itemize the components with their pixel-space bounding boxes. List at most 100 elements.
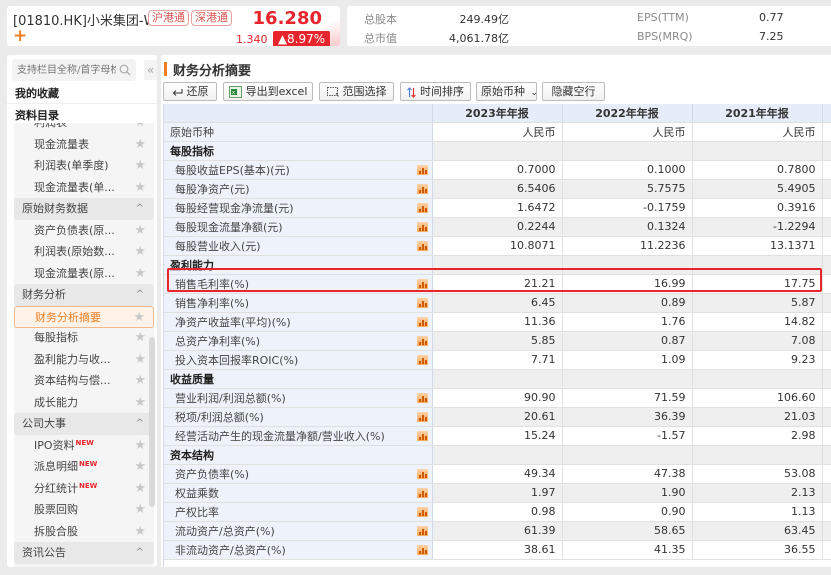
add-watchlist-icon[interactable]: +	[13, 28, 27, 45]
row-label: 营业利润/利润总额(%)	[164, 388, 433, 408]
value-cell-overflow	[822, 540, 831, 560]
table-row: 销售净利率(%) 6.45 0.89 5.87	[164, 293, 831, 313]
row-label: 总资产净利率(%)	[164, 331, 433, 351]
label-text: 财务分析	[22, 288, 66, 301]
chevron-up-icon[interactable]: ^	[136, 413, 144, 435]
column-header-name	[164, 104, 433, 123]
bar-chart-icon[interactable]	[416, 316, 428, 327]
sidebar-item[interactable]: 利润表(单季度) ★	[14, 155, 154, 177]
sidebar-item[interactable]: 现金流量表(原... ★	[14, 263, 154, 285]
value-cell: 5.87	[692, 293, 823, 313]
star-icon[interactable]: ★	[134, 370, 146, 392]
table-row: 每股经营现金净流量(元) 1.6472 -0.1759 0.3916	[164, 198, 831, 218]
column-header-2022[interactable]: 2022年年报	[562, 104, 693, 123]
row-label: 税项/利润总额(%)	[164, 407, 433, 427]
star-icon[interactable]: ★	[134, 521, 146, 543]
row-label-text: 每股净资产(元)	[175, 182, 250, 196]
sidebar-item[interactable]: 派息明细NEW ★	[14, 456, 154, 478]
bar-chart-icon[interactable]	[416, 411, 428, 422]
star-icon[interactable]: ★	[134, 435, 146, 457]
row-label-text: 销售净利率(%)	[175, 296, 250, 310]
bar-chart-icon[interactable]	[416, 430, 428, 441]
sidebar-item[interactable]: 现金流量表 ★	[14, 134, 154, 156]
sidebar-item[interactable]: 资本结构与偿... ★	[14, 370, 154, 392]
sidebar-item[interactable]: 利润表(原始数... ★	[14, 241, 154, 263]
row-label-text: 盈利能力	[170, 258, 214, 272]
sidebar-item[interactable]: 成长能力 ★	[14, 392, 154, 414]
sidebar-group[interactable]: 财务分析 ^	[14, 284, 154, 306]
range-select-button[interactable]: 范围选择	[319, 82, 394, 101]
sidebar-group[interactable]: 资讯公告 ^	[14, 542, 154, 564]
star-icon[interactable]: ★	[134, 263, 146, 285]
bar-chart-icon[interactable]	[416, 202, 428, 213]
sidebar-scrollbar[interactable]	[149, 337, 155, 507]
bar-chart-icon[interactable]	[416, 487, 428, 498]
bar-chart-icon[interactable]	[416, 297, 428, 308]
sidebar-item[interactable]: 拆股合股 ★	[14, 521, 154, 543]
star-icon[interactable]: ★	[134, 123, 146, 134]
row-label: 经营活动产生的现金流量净额/营业收入(%)	[164, 426, 433, 446]
time-sort-button[interactable]: 时间排序	[400, 82, 471, 101]
star-icon[interactable]: ★	[134, 134, 146, 156]
bar-chart-icon[interactable]	[416, 335, 428, 346]
value-cell: 0.90	[562, 502, 693, 522]
section-header-row: 每股指标	[164, 141, 831, 161]
star-icon[interactable]: ★	[134, 220, 146, 242]
label-text: 资本结构与偿...	[34, 374, 111, 387]
star-icon[interactable]: ★	[134, 349, 146, 371]
star-icon[interactable]: ★	[134, 327, 146, 349]
sidebar-group[interactable]: 公司大事 ^	[14, 413, 154, 435]
sidebar-item[interactable]: 盈利能力与收... ★	[14, 349, 154, 371]
value-cell-overflow	[822, 407, 831, 427]
star-icon[interactable]: ★	[134, 456, 146, 478]
star-icon[interactable]: ★	[133, 307, 145, 329]
star-icon[interactable]: ★	[134, 177, 146, 199]
sidebar-item[interactable]: IPO资料NEW ★	[14, 435, 154, 457]
table-row: 每股现金流量净额(元) 0.2244 0.1324 -1.2294	[164, 217, 831, 237]
sidebar-item[interactable]: 股票回购 ★	[14, 499, 154, 521]
sidebar-item[interactable]: 现金流量表(单... ★	[14, 177, 154, 199]
star-icon[interactable]: ★	[134, 499, 146, 521]
financial-table-container[interactable]: 2023年年报 2022年年报 2021年年报 原始币种 人民币 人民币 人民币 每股指…	[163, 104, 831, 567]
star-icon[interactable]: ★	[134, 392, 146, 414]
sidebar-item[interactable]: 每股指标 ★	[14, 327, 154, 349]
bar-chart-icon[interactable]	[416, 240, 428, 251]
chevron-up-icon[interactable]: ^	[136, 542, 144, 564]
sidebar-item[interactable]: 财务分析摘要 ★	[14, 305, 154, 329]
catalog-title[interactable]: 资料目录	[15, 107, 59, 123]
sidebar-search-input[interactable]	[12, 59, 116, 81]
bar-chart-icon[interactable]	[416, 392, 428, 403]
sidebar-group[interactable]: 原始财务数据 ^	[14, 198, 154, 220]
bar-chart-icon[interactable]	[416, 525, 428, 536]
chevron-up-icon[interactable]: ^	[136, 198, 144, 220]
favorites-title[interactable]: 我的收藏	[15, 85, 59, 101]
value-cell: 1.13	[692, 502, 823, 522]
search-icon[interactable]	[119, 64, 131, 76]
bar-chart-icon[interactable]	[416, 183, 428, 194]
bar-chart-icon[interactable]	[416, 354, 428, 365]
sidebar-item[interactable]: 资产负债表(原... ★	[14, 220, 154, 242]
bar-chart-icon[interactable]	[416, 506, 428, 517]
restore-button[interactable]: 还原	[163, 82, 217, 101]
sidebar-search[interactable]	[12, 59, 136, 81]
row-label-text: 总资产净利率(%)	[175, 334, 261, 348]
export-excel-button[interactable]: x 导出到excel	[223, 82, 313, 101]
star-icon[interactable]: ★	[134, 478, 146, 500]
value-cell: 0.7800	[692, 160, 823, 180]
star-icon[interactable]: ★	[134, 155, 146, 177]
bar-chart-icon[interactable]	[416, 468, 428, 479]
star-icon[interactable]: ★	[134, 241, 146, 263]
sidebar-item[interactable]: 利润表 ★	[14, 123, 154, 134]
sidebar-item-label: 资本结构与偿...	[34, 370, 111, 392]
sidebar-item[interactable]: 分红统计NEW ★	[14, 478, 154, 500]
bar-chart-icon[interactable]	[416, 221, 428, 232]
collapse-sidebar-button[interactable]: «	[144, 60, 157, 80]
bar-chart-icon[interactable]	[416, 278, 428, 289]
bar-chart-icon[interactable]	[416, 164, 428, 175]
hide-empty-rows-button[interactable]: 隐藏空行	[542, 82, 605, 101]
column-header-2023[interactable]: 2023年年报	[432, 104, 563, 123]
column-header-2021[interactable]: 2021年年报	[692, 104, 823, 123]
chevron-up-icon[interactable]: ^	[136, 284, 144, 306]
currency-select[interactable]: 原始币种 ⌄	[476, 82, 538, 101]
bar-chart-icon[interactable]	[416, 544, 428, 555]
